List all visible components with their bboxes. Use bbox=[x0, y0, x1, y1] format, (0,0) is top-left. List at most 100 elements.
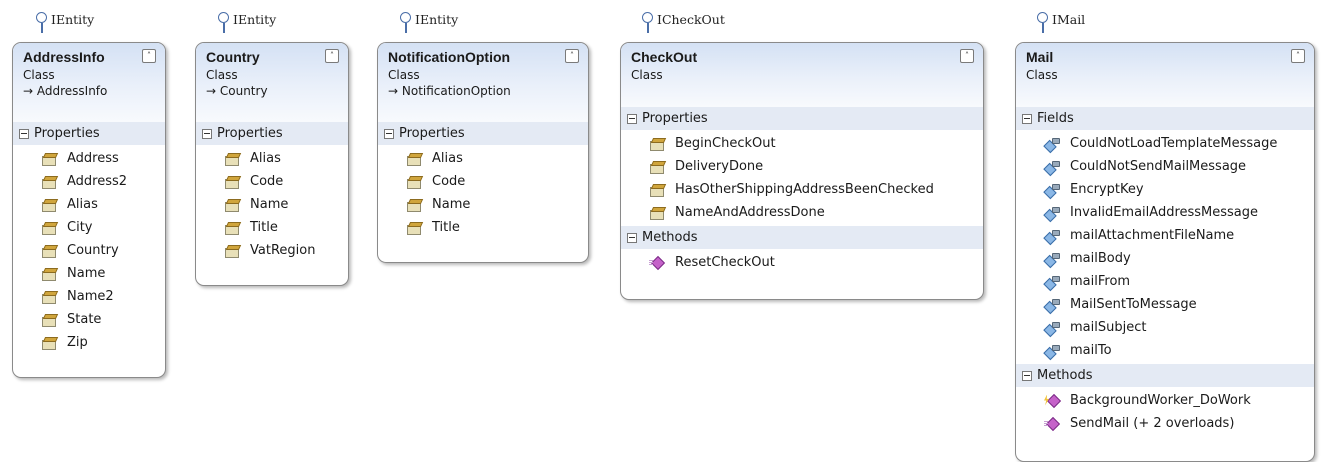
member-name: SendMail (+ 2 overloads) bbox=[1070, 416, 1235, 431]
class-header[interactable]: Mail Class ˄ bbox=[1016, 43, 1314, 107]
member-item[interactable]: VatRegion bbox=[224, 239, 348, 262]
chevron-double-up-icon[interactable]: ˄ bbox=[565, 49, 579, 63]
member-item[interactable]: mailBody bbox=[1044, 247, 1314, 270]
class-header[interactable]: Country Class → Country ˄ bbox=[196, 43, 348, 122]
member-name: mailFrom bbox=[1070, 274, 1131, 289]
member-item[interactable]: Alias bbox=[406, 147, 588, 170]
member-item[interactable]: Name bbox=[41, 262, 165, 285]
member-item[interactable]: Country bbox=[41, 239, 165, 262]
member-item[interactable]: CouldNotLoadTemplateMessage bbox=[1044, 132, 1314, 155]
member-item[interactable]: mailFrom bbox=[1044, 270, 1314, 293]
member-item[interactable]: Name bbox=[224, 193, 348, 216]
member-item[interactable]: Zip bbox=[41, 331, 165, 354]
property-icon bbox=[406, 198, 422, 212]
member-name: Alias bbox=[67, 197, 98, 212]
member-name: BeginCheckOut bbox=[675, 136, 776, 151]
class-card-country[interactable]: Country Class → Country ˄ Properties Alia… bbox=[195, 42, 349, 286]
minus-box-icon[interactable] bbox=[202, 128, 212, 139]
member-item[interactable]: HasOtherShippingAddressBeenChecked bbox=[649, 178, 983, 201]
member-item[interactable]: SendMail (+ 2 overloads) bbox=[1044, 412, 1314, 435]
member-item[interactable]: CouldNotSendMailMessage bbox=[1044, 155, 1314, 178]
minus-box-icon[interactable] bbox=[1022, 113, 1032, 124]
class-card-addressinfo[interactable]: AddressInfo Class → AddressInfo ˄ Proper… bbox=[12, 42, 166, 378]
member-item[interactable]: mailTo bbox=[1044, 339, 1314, 362]
member-item[interactable]: City bbox=[41, 216, 165, 239]
section-title: Methods bbox=[1037, 368, 1093, 383]
member-item[interactable]: MailSentToMessage bbox=[1044, 293, 1314, 316]
class-card-mail[interactable]: Mail Class ˄ Fields CouldNotLoadTemplateM… bbox=[1015, 42, 1315, 462]
interface-lollipop-mail: IMail bbox=[1037, 11, 1085, 33]
property-icon bbox=[41, 267, 57, 281]
class-kind: Class bbox=[1026, 68, 1058, 82]
property-icon bbox=[649, 137, 665, 151]
member-item[interactable]: Address bbox=[41, 147, 165, 170]
interface-label: IMail bbox=[1052, 12, 1086, 27]
interface-lollipop-country: IEntity bbox=[218, 11, 276, 33]
class-header[interactable]: AddressInfo Class → AddressInfo ˄ bbox=[13, 43, 165, 122]
section-header[interactable]: Fields bbox=[1016, 107, 1314, 130]
class-name: AddressInfo bbox=[23, 49, 105, 65]
event-handler-icon bbox=[1044, 394, 1060, 408]
member-item[interactable]: mailAttachmentFileName bbox=[1044, 224, 1314, 247]
section: Properties Address Address2 Alias City Countr… bbox=[13, 122, 165, 356]
minus-box-icon[interactable] bbox=[19, 128, 29, 139]
method-icon bbox=[649, 256, 665, 270]
member-item[interactable]: Title bbox=[406, 216, 588, 239]
member-item[interactable]: Name bbox=[406, 193, 588, 216]
member-name: mailAttachmentFileName bbox=[1070, 228, 1235, 243]
section-header[interactable]: Methods bbox=[621, 226, 983, 249]
class-base: → Country bbox=[206, 84, 268, 98]
minus-box-icon[interactable] bbox=[384, 128, 394, 139]
member-item[interactable]: Alias bbox=[41, 193, 165, 216]
chevron-double-up-icon[interactable]: ˄ bbox=[325, 49, 339, 63]
member-list: CouldNotLoadTemplateMessage CouldNotSendM… bbox=[1016, 130, 1314, 364]
section: Properties BeginCheckOut DeliveryDone HasOt… bbox=[621, 107, 983, 226]
property-icon bbox=[649, 206, 665, 220]
member-item[interactable]: Code bbox=[406, 170, 588, 193]
property-icon bbox=[224, 152, 240, 166]
member-item[interactable]: EncryptKey bbox=[1044, 178, 1314, 201]
section: Methods ResetCheckOut bbox=[621, 226, 983, 276]
member-item[interactable]: Code bbox=[224, 170, 348, 193]
section-header[interactable]: Properties bbox=[196, 122, 348, 145]
class-kind: Class bbox=[388, 68, 420, 82]
member-item[interactable]: InvalidEmailAddressMessage bbox=[1044, 201, 1314, 224]
chevron-double-up-icon[interactable]: ˄ bbox=[960, 49, 974, 63]
chevron-double-up-icon[interactable]: ˄ bbox=[142, 49, 156, 63]
member-name: HasOtherShippingAddressBeenChecked bbox=[675, 182, 934, 197]
class-header[interactable]: CheckOut Class ˄ bbox=[621, 43, 983, 107]
section-title: Properties bbox=[642, 111, 708, 126]
member-name: ResetCheckOut bbox=[675, 255, 775, 270]
property-icon bbox=[649, 183, 665, 197]
member-item[interactable]: Address2 bbox=[41, 170, 165, 193]
member-item[interactable]: DeliveryDone bbox=[649, 155, 983, 178]
minus-box-icon[interactable] bbox=[1022, 370, 1032, 381]
member-item[interactable]: NameAndAddressDone bbox=[649, 201, 983, 224]
member-item[interactable]: BeginCheckOut bbox=[649, 132, 983, 155]
method-icon bbox=[1044, 417, 1060, 431]
field-icon bbox=[1044, 252, 1060, 266]
section-header[interactable]: Properties bbox=[621, 107, 983, 130]
member-item[interactable]: Alias bbox=[224, 147, 348, 170]
chevron-double-up-icon[interactable]: ˄ bbox=[1291, 49, 1305, 63]
interface-lollipop-icon bbox=[36, 11, 48, 33]
class-card-notificationoption[interactable]: NotificationOption Class → NotificationO… bbox=[377, 42, 589, 263]
minus-box-icon[interactable] bbox=[627, 232, 637, 243]
member-item[interactable]: mailSubject bbox=[1044, 316, 1314, 339]
member-item[interactable]: State bbox=[41, 308, 165, 331]
member-item[interactable]: Name2 bbox=[41, 285, 165, 308]
section-header[interactable]: Methods bbox=[1016, 364, 1314, 387]
minus-box-icon[interactable] bbox=[627, 113, 637, 124]
member-item[interactable]: ResetCheckOut bbox=[649, 251, 983, 274]
member-item[interactable]: Title bbox=[224, 216, 348, 239]
class-header[interactable]: NotificationOption Class → NotificationO… bbox=[378, 43, 588, 122]
section-header[interactable]: Properties bbox=[13, 122, 165, 145]
member-list: Alias Code Name Title bbox=[378, 145, 588, 241]
member-item[interactable]: BackgroundWorker_DoWork bbox=[1044, 389, 1314, 412]
section-header[interactable]: Properties bbox=[378, 122, 588, 145]
member-name: Country bbox=[67, 243, 119, 258]
property-icon bbox=[41, 336, 57, 350]
property-icon bbox=[41, 152, 57, 166]
interface-lollipop-notificationoption: IEntity bbox=[400, 11, 458, 33]
class-card-checkout[interactable]: CheckOut Class ˄ Properties BeginCheckOut… bbox=[620, 42, 984, 300]
